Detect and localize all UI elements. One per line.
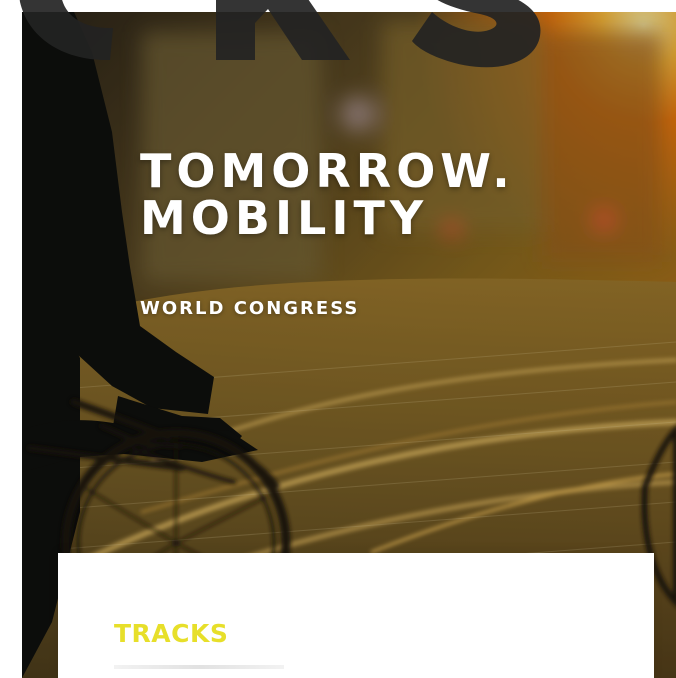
tracks-panel: TRACKS — [58, 553, 654, 678]
tracks-subtext-placeholder — [114, 665, 284, 669]
hero-title-line-2: MOBILITY — [140, 190, 429, 245]
hero-subtitle: WORLD CONGRESS — [140, 298, 360, 319]
tracks-heading: TRACKS — [114, 619, 229, 648]
hero-title-line-1: TOMORROW. — [140, 144, 515, 198]
hero-title: TOMORROW. MOBILITY — [140, 148, 515, 242]
event-page: TOMORROW. MOBILITY WORLD CONGRESS TRACKS — [0, 0, 676, 678]
